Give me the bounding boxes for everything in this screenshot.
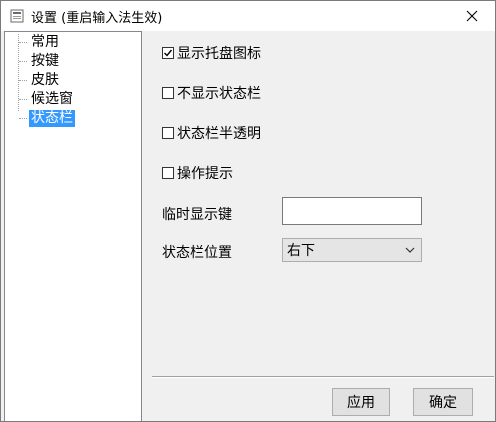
checkbox-label: 状态栏半透明 (177, 126, 261, 142)
checkbox-label: 操作提示 (177, 166, 233, 182)
status-bar-position-label: 状态栏位置 (162, 245, 232, 261)
checkbox-label: 显示托盘图标 (177, 46, 261, 62)
tree-item-label: 候选窗 (31, 91, 73, 107)
settings-window: 设置 (重启输入法生效) 常用 按键 皮肤 候选窗 状态栏 显示托盘图标 不显示… (0, 0, 496, 422)
settings-category-tree[interactable]: 常用 按键 皮肤 候选窗 状态栏 (4, 31, 142, 421)
title-bar: 设置 (重启输入法生效) (1, 1, 495, 31)
app-icon (9, 8, 25, 24)
tree-item-label: 皮肤 (31, 72, 59, 88)
apply-button[interactable]: 应用 (332, 388, 390, 416)
temp-display-key-label: 临时显示键 (162, 207, 232, 223)
status-bar-position-select[interactable]: 右下 (282, 238, 422, 262)
tree-item-status-bar[interactable]: 状态栏 (19, 109, 75, 128)
ok-button[interactable]: 确定 (413, 388, 473, 416)
temp-display-key-input[interactable] (282, 197, 422, 225)
tree-item-label: 常用 (31, 34, 59, 50)
checkbox-box[interactable] (162, 167, 174, 179)
window-title: 设置 (重启输入法生效) (31, 10, 163, 26)
tree-item-label: 按键 (31, 53, 59, 69)
checkmark-icon (164, 49, 173, 57)
tree-item-candidate-window[interactable]: 候选窗 (19, 90, 75, 109)
show-tray-icon-checkbox[interactable]: 显示托盘图标 (162, 43, 261, 63)
checkbox-box[interactable] (162, 127, 174, 139)
hide-status-bar-checkbox[interactable]: 不显示状态栏 (162, 83, 261, 103)
settings-panel: 显示托盘图标 不显示状态栏 状态栏半透明 操作提示 临时显示键 状态栏位置 右下… (141, 31, 495, 421)
tree-item-skin[interactable]: 皮肤 (19, 71, 61, 90)
close-button[interactable] (455, 4, 489, 28)
checkbox-box[interactable] (162, 47, 174, 59)
tree-item-general[interactable]: 常用 (19, 33, 61, 52)
checkbox-box[interactable] (162, 87, 174, 99)
tree-item-label: 状态栏 (29, 110, 75, 127)
operation-tips-checkbox[interactable]: 操作提示 (162, 163, 233, 183)
status-bar-translucent-checkbox[interactable]: 状态栏半透明 (162, 123, 261, 143)
tree-item-keys[interactable]: 按键 (19, 52, 61, 71)
checkbox-label: 不显示状态栏 (177, 86, 261, 102)
close-icon (466, 10, 478, 22)
button-separator (152, 376, 494, 378)
chevron-down-icon (405, 247, 415, 253)
select-value: 右下 (287, 243, 315, 259)
